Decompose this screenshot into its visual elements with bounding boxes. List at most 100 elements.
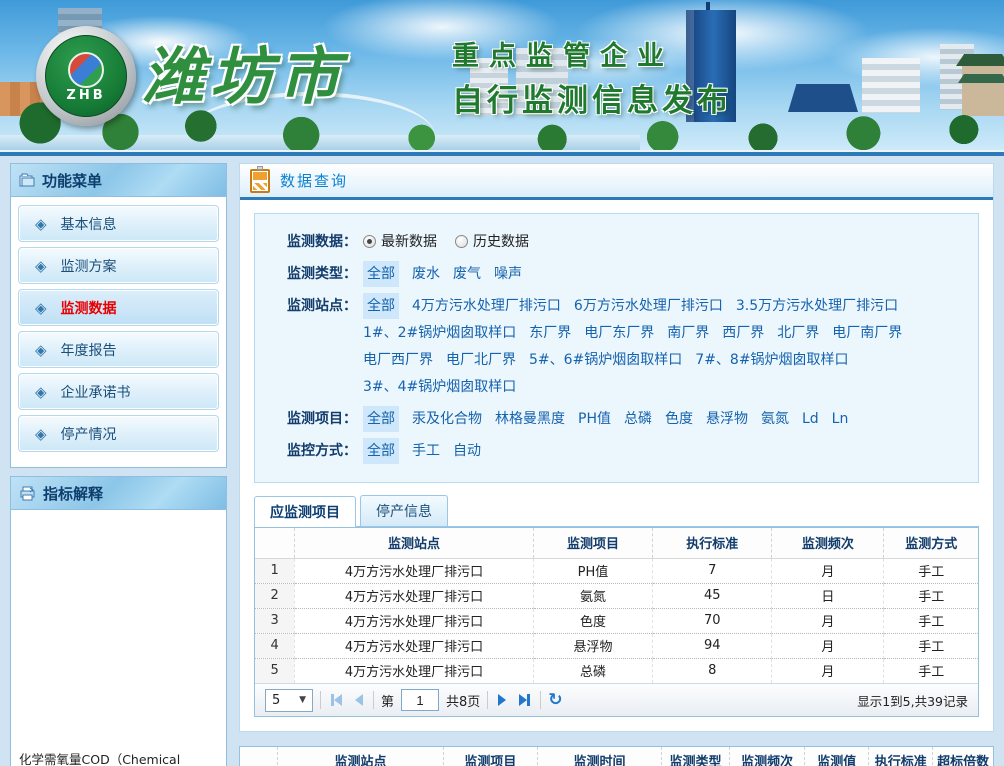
data-cell: 总磷 [533,658,652,683]
sidebar-item-monitoring-data[interactable]: ◈监测数据 [18,289,219,326]
filter-groups-container: 监测类型：全部废水废气噪声监测站点：全部4万方污水处理厂排污口6万方污水处理厂排… [265,261,960,465]
column-header: 超标倍数 [933,747,993,766]
filter-link-item-4[interactable]: 总磷 [624,406,652,432]
filter-label-method: 监控方式： [265,438,357,465]
filter-link-method-2[interactable]: 自动 [453,438,481,464]
sidebar-item-commitment-letter[interactable]: ◈企业承诺书 [18,373,219,410]
refresh-icon[interactable]: ↻ [548,690,562,710]
filter-link-station-15[interactable]: 3#、4#锅炉烟囱取样口 [363,374,516,400]
filter-link-station-6[interactable]: 电厂东厂界 [584,320,654,346]
tab-shutdown-info[interactable]: 停产信息 [360,495,448,526]
filter-link-station-5[interactable]: 东厂界 [529,320,571,346]
filter-link-item-6[interactable]: 悬浮物 [706,406,748,432]
zhb-logo: ZHB [36,26,136,126]
required-items-table-wrap: 监测站点监测项目执行标准监测频次监测方式 14万方污水处理厂排污口PH值7月手工… [254,527,979,717]
function-menu-title: 功能菜单 [42,170,102,191]
filter-link-station-8[interactable]: 西厂界 [722,320,764,346]
first-page-button[interactable] [328,690,345,710]
next-page-button[interactable] [495,690,509,710]
site-subtitle-line2: 自行监测信息发布 [452,75,732,120]
page-number-input[interactable] [401,689,439,711]
table-row: 14万方污水处理厂排污口PH值7月手工 [255,558,978,583]
sidebar-item-shutdown-status[interactable]: ◈停产情况 [18,415,219,452]
indicator-marquee-text: 化学需氧量COD（Chemical [19,749,180,766]
table-row: 34万方污水处理厂排污口色度70月手工 [255,608,978,633]
page-size-select[interactable]: 5 ▼ [265,689,313,712]
site-subtitle: 重点监管企业 自行监测信息发布 [452,34,732,120]
filter-link-item-8[interactable]: Ld [802,406,819,432]
data-cell: 手工 [884,633,978,658]
data-cell: 悬浮物 [533,633,652,658]
filter-link-station-4[interactable]: 1#、2#锅炉烟囱取样口 [363,320,516,346]
monitoring-data-table: 监测站点监测项目监测时间监测类型监测频次监测值执行标准超标倍数 11#、2#锅炉… [240,747,993,766]
separator [373,691,374,709]
filter-link-type-0[interactable]: 全部 [363,261,399,287]
banner: ZHB 潍坊市 重点监管企业 自行监测信息发布 [0,0,1004,150]
table1-head: 监测站点监测项目执行标准监测频次监测方式 [255,528,978,558]
filter-link-type-3[interactable]: 噪声 [494,261,522,287]
sidebar-item-monitoring-plan[interactable]: ◈监测方案 [18,247,219,284]
filter-link-station-11[interactable]: 电厂西厂界 [363,347,433,373]
data-cell: 94 [653,633,772,658]
sidebar-item-label: 企业承诺书 [61,382,131,402]
filter-link-station-7[interactable]: 南厂界 [667,320,709,346]
filter-link-type-2[interactable]: 废气 [453,261,481,287]
filter-link-station-9[interactable]: 北厂界 [777,320,819,346]
sidebar-item-label: 停产情况 [61,424,117,444]
data-cell: 手工 [884,583,978,608]
filter-link-type-1[interactable]: 废水 [412,261,440,287]
data-cell: 45 [653,583,772,608]
data-cell: 氨氮 [533,583,652,608]
filter-label-station: 监测站点： [265,293,357,401]
last-page-button[interactable] [516,690,533,710]
filter-link-station-1[interactable]: 4万方污水处理厂排污口 [412,293,561,319]
radio-checked-icon[interactable] [363,235,376,248]
page-header: 数据查询 [240,164,993,200]
column-header: 监测时间 [537,747,661,766]
tab-required-items[interactable]: 应监测项目 [254,496,356,527]
sidebar: 功能菜单 ◈基本信息◈监测方案◈监测数据◈年度报告◈企业承诺书◈停产情况 指标解… [10,163,227,766]
query-panel: 数据查询 监测数据： 最新数据历史数据 监测类型：全部废水废气噪声监测站点：全部… [239,163,994,732]
filter-link-station-14[interactable]: 7#、8#锅炉烟囱取样口 [695,347,848,373]
filter-row-data: 监测数据： 最新数据 历史数据 [265,229,960,256]
filter-link-item-1[interactable]: 汞及化合物 [412,406,482,432]
site-subtitle-line1: 重点监管企业 [452,34,732,73]
site-title: 潍坊市 [142,26,346,116]
filter-link-station-13[interactable]: 5#、6#锅炉烟囱取样口 [529,347,682,373]
filter-link-item-3[interactable]: PH值 [578,406,611,432]
column-header: 执行标准 [869,747,933,766]
data-cell: 日 [772,583,884,608]
filter-link-item-5[interactable]: 色度 [665,406,693,432]
data-cell: 月 [772,608,884,633]
column-header [255,528,295,558]
column-header: 监测项目 [533,528,652,558]
sidebar-item-annual-report[interactable]: ◈年度报告 [18,331,219,368]
sidebar-item-label: 监测方案 [61,256,117,276]
filter-link-item-2[interactable]: 林格曼黑度 [495,406,565,432]
filter-link-station-0[interactable]: 全部 [363,293,399,319]
row-number-cell: 5 [255,658,295,683]
filter-link-station-2[interactable]: 6万方污水处理厂排污口 [574,293,723,319]
filter-link-item-0[interactable]: 全部 [363,406,399,432]
filter-box: 监测数据： 最新数据历史数据 监测类型：全部废水废气噪声监测站点：全部4万方污水… [254,213,979,483]
radio-option-历史数据[interactable]: 历史数据 [455,234,529,250]
filter-link-station-10[interactable]: 电厂南厂界 [832,320,902,346]
separator [540,691,541,709]
filter-link-station-3[interactable]: 3.5万方污水处理厂排污口 [736,293,898,319]
records-summary: 显示1到5,共39记录 [857,691,968,710]
row-number-cell: 3 [255,608,295,633]
filter-link-method-0[interactable]: 全部 [363,438,399,464]
filter-link-item-7[interactable]: 氨氮 [761,406,789,432]
filter-link-method-1[interactable]: 手工 [412,438,440,464]
filter-row-type: 监测类型：全部废水废气噪声 [265,261,960,288]
sidebar-item-basic-info[interactable]: ◈基本信息 [18,205,219,242]
radio-option-最新数据[interactable]: 最新数据 [363,234,437,250]
filter-label-data: 监测数据： [265,229,357,256]
table-row: 54万方污水处理厂排污口总磷8月手工 [255,658,978,683]
tab-bar: 应监测项目停产信息 [254,495,979,527]
radio-unchecked-icon[interactable] [455,235,468,248]
data-cell: 8 [653,658,772,683]
filter-link-station-12[interactable]: 电厂北厂界 [446,347,516,373]
prev-page-button[interactable] [352,690,366,710]
filter-link-item-9[interactable]: Ln [832,406,849,432]
